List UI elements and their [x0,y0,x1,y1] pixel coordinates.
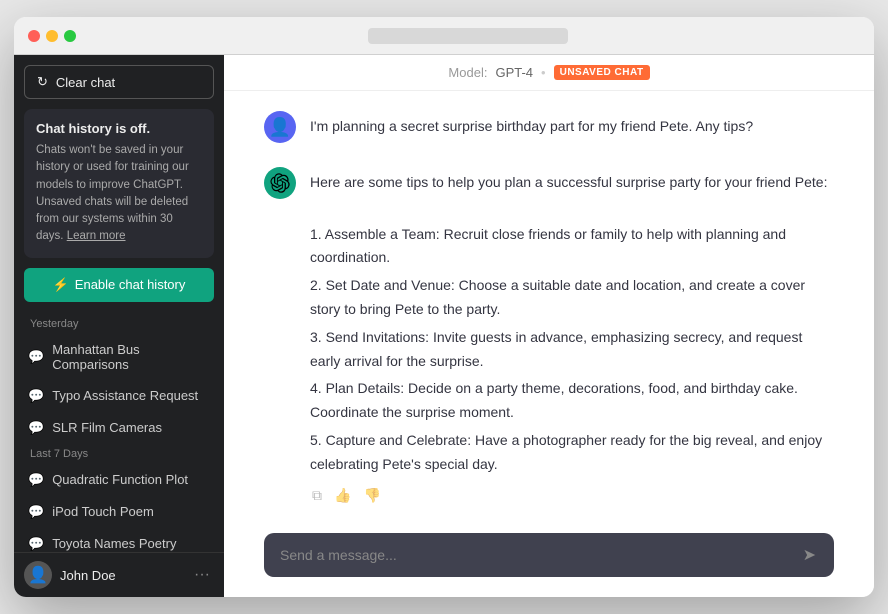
chat-icon: 💬 [28,472,44,488]
chat-history-notice: Chat history is off. Chats won't be save… [24,109,214,258]
assistant-avatar [264,167,296,199]
user-message: 👤 I'm planning a secret surprise birthda… [264,111,834,143]
assistant-message: Here are some tips to help you plan a su… [264,167,834,506]
user-info: 👤 John Doe [24,561,116,589]
notice-title: Chat history is off. [36,121,202,136]
chat-icon: 💬 [28,536,44,552]
chat-item-quadratic[interactable]: 💬 Quadratic Function Plot [20,464,218,496]
titlebar [14,17,874,55]
send-button[interactable]: ➤ [801,543,818,567]
sidebar: ↻ Clear chat Chat history is off. Chats … [14,55,224,597]
sidebar-top: ↻ Clear chat Chat history is off. Chats … [14,55,224,314]
chat-item-toyota[interactable]: 💬 Toyota Names Poetry [20,528,218,553]
enable-history-button[interactable]: ⚡ Enable chat history [24,268,214,302]
notice-text: Chats won't be saved in your history or … [36,142,202,246]
app-window: ↻ Clear chat Chat history is off. Chats … [14,17,874,597]
enable-history-label: Enable chat history [75,277,186,292]
chat-item-label: Toyota Names Poetry [52,536,176,551]
messages-area: 👤 I'm planning a secret surprise birthda… [224,91,874,517]
main-layout: ↻ Clear chat Chat history is off. Chats … [14,55,874,597]
chat-icon: 💬 [28,504,44,520]
chat-icon: 💬 [28,420,44,436]
model-label: Model: [448,65,487,80]
chat-icon: 💬 [28,349,44,365]
message-input[interactable] [280,547,793,563]
titlebar-bar [368,28,568,44]
chat-item-ipod[interactable]: 💬 iPod Touch Poem [20,496,218,528]
thumbs-up-button[interactable]: 👍 [332,485,353,506]
chat-item-label: Manhattan Bus Comparisons [52,342,210,372]
chat-item-typo[interactable]: 💬 Typo Assistance Request [20,380,218,412]
clear-chat-label: Clear chat [56,75,115,90]
close-button[interactable] [28,30,40,42]
chat-header: Model: GPT-4 • UNSAVED CHAT [224,55,874,91]
chat-item-label: SLR Film Cameras [52,420,162,435]
chat-item-label: Typo Assistance Request [52,388,198,403]
learn-more-link[interactable]: Learn more [67,230,126,242]
clear-chat-button[interactable]: ↻ Clear chat [24,65,214,99]
chat-item-manhattan[interactable]: 💬 Manhattan Bus Comparisons [20,334,218,380]
main-content: Model: GPT-4 • UNSAVED CHAT 👤 I'm planni… [224,55,874,597]
user-name: John Doe [60,568,116,583]
input-box: ➤ [264,533,834,577]
avatar: 👤 [24,561,52,589]
user-message-text: I'm planning a secret surprise birthday … [310,115,834,137]
copy-button[interactable]: ⧉ [310,485,324,506]
traffic-lights [28,30,76,42]
footer-menu-button[interactable]: ··· [190,564,214,586]
chat-item-label: Quadratic Function Plot [52,472,188,487]
user-message-body: I'm planning a secret surprise birthday … [310,111,834,137]
chat-item-slr[interactable]: 💬 SLR Film Cameras [20,412,218,444]
input-area: ➤ [224,517,874,597]
refresh-icon: ↻ [37,74,48,90]
flash-icon: ⚡ [53,277,69,293]
thumbs-down-button[interactable]: 👎 [361,485,382,506]
unsaved-badge: UNSAVED CHAT [554,65,650,80]
last7-label: Last 7 Days [20,444,218,464]
titlebar-center [76,28,860,44]
message-actions: ⧉ 👍 👎 [310,485,834,506]
chat-icon: 💬 [28,388,44,404]
model-name: GPT-4 [495,65,533,80]
sidebar-footer: 👤 John Doe ··· [14,552,224,597]
separator-dot: • [541,65,546,80]
assistant-message-text: Here are some tips to help you plan a su… [310,171,834,477]
chat-list: Yesterday 💬 Manhattan Bus Comparisons 💬 … [14,314,224,553]
send-icon: ➤ [803,547,816,564]
yesterday-label: Yesterday [20,314,218,334]
user-avatar: 👤 [264,111,296,143]
assistant-message-body: Here are some tips to help you plan a su… [310,167,834,506]
chat-item-label: iPod Touch Poem [52,504,154,519]
minimize-button[interactable] [46,30,58,42]
maximize-button[interactable] [64,30,76,42]
